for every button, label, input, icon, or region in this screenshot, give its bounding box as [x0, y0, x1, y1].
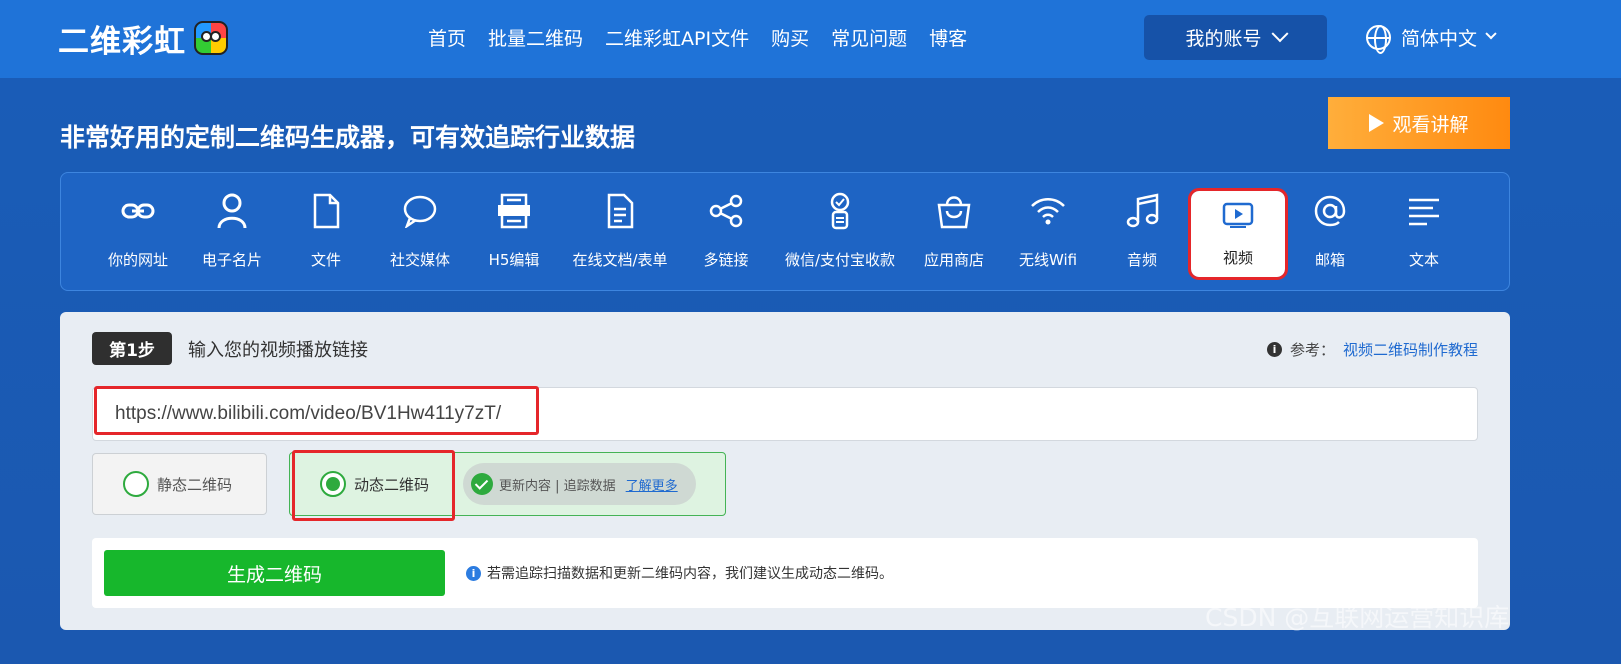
type-multi-link[interactable]: 多链接: [679, 187, 773, 279]
info-icon: i: [466, 565, 481, 581]
watch-label: 观看讲解: [1392, 113, 1469, 136]
type-label: 电子名片: [201, 251, 262, 269]
person-icon: [217, 187, 247, 235]
learn-more-link[interactable]: 了解更多: [626, 475, 678, 494]
step-instruction: 输入您的视频播放链接: [188, 340, 368, 361]
step-badge: 第1步: [92, 332, 172, 365]
chevron-down-icon: [1271, 24, 1288, 42]
nav-api-docs[interactable]: 二维彩虹API文件: [605, 24, 749, 51]
document-icon: [606, 187, 634, 235]
nav-batch-qrcode[interactable]: 批量二维码: [488, 24, 583, 51]
type-text[interactable]: 文本: [1377, 187, 1471, 279]
account-label: 我的账号: [1185, 28, 1262, 50]
type-email[interactable]: 邮箱: [1283, 187, 1377, 279]
video-url-input[interactable]: https://www.bilibili.com/video/BV1Hw411y…: [92, 387, 1478, 441]
type-label: 应用商店: [923, 251, 984, 269]
file-icon: [312, 187, 340, 235]
generate-qrcode-button[interactable]: 生成二维码: [104, 550, 445, 596]
type-label: 文件: [310, 251, 341, 269]
payment-icon: [827, 187, 853, 235]
type-label: 视频: [1222, 249, 1253, 267]
type-payment[interactable]: 微信/支付宝收款: [773, 187, 907, 279]
static-qrcode-option[interactable]: 静态二维码: [92, 453, 267, 515]
static-label: 静态二维码: [157, 475, 233, 494]
step-panel: 第1步 输入您的视频播放链接 i 参考： 视频二维码制作教程 https://w…: [60, 312, 1510, 630]
site-logo[interactable]: 二维彩虹: [58, 16, 228, 60]
type-label: 微信/支付宝收款: [784, 251, 896, 269]
video-play-icon: [1222, 191, 1254, 239]
info-icon: i: [1266, 342, 1282, 357]
chevron-down-icon: [1485, 27, 1497, 39]
share-icon: [709, 187, 743, 235]
language-label: 简体中文: [1401, 28, 1478, 50]
my-account-button[interactable]: 我的账号: [1144, 15, 1327, 60]
type-label: 多链接: [703, 251, 749, 269]
nav-blog[interactable]: 博客: [929, 24, 967, 51]
language-selector[interactable]: 简体中文: [1366, 24, 1497, 54]
wifi-icon: [1030, 187, 1066, 235]
reference-prefix: 参考：: [1289, 341, 1335, 359]
radio-unselected: [123, 471, 149, 497]
tip-text: 若需追踪扫描数据和更新二维码内容，我们建议生成动态二维码。: [487, 566, 893, 582]
nav-home[interactable]: 首页: [428, 24, 466, 51]
dynamic-features: 更新内容 | 追踪数据: [499, 478, 616, 494]
logo-mascot-icon: [194, 21, 228, 55]
type-wifi[interactable]: 无线Wifi: [1001, 187, 1095, 279]
type-label: 文本: [1408, 251, 1439, 269]
dynamic-radio-group[interactable]: 动态二维码: [320, 471, 429, 497]
shopping-bag-icon: [936, 187, 972, 235]
main-nav: 首页 批量二维码 二维彩虹API文件 购买 常见问题 博客: [428, 24, 967, 51]
text-lines-icon: [1407, 187, 1441, 235]
type-vcard[interactable]: 电子名片: [185, 187, 279, 279]
radio-selected: [320, 471, 346, 497]
type-url[interactable]: 你的网址: [91, 187, 185, 279]
at-sign-icon: [1313, 187, 1347, 235]
chat-bubble-icon: [402, 187, 438, 235]
type-social[interactable]: 社交媒体: [373, 187, 467, 279]
type-h5[interactable]: H5编辑: [467, 187, 561, 279]
nav-faq[interactable]: 常见问题: [831, 24, 907, 51]
type-online-doc[interactable]: 在线文档/表单: [561, 187, 679, 279]
type-label: H5编辑: [488, 251, 540, 269]
play-icon: [1369, 114, 1385, 132]
type-audio[interactable]: 音频: [1095, 187, 1189, 279]
watch-tutorial-button[interactable]: 观看讲解: [1328, 97, 1510, 149]
qrcode-type-selector: 你的网址 电子名片 文件 社交媒体 H5编辑 在线文档/表单 多链接 微信/支付…: [60, 172, 1510, 291]
link-icon: [121, 187, 155, 235]
type-label: 社交媒体: [389, 251, 450, 269]
type-file[interactable]: 文件: [279, 187, 373, 279]
dynamic-qrcode-option[interactable]: 动态二维码 更新内容 | 追踪数据 了解更多: [289, 452, 726, 516]
tutorial-link[interactable]: 视频二维码制作教程: [1343, 339, 1478, 360]
watermark: CSDN @互联网运营知识库: [1205, 603, 1510, 632]
dynamic-label: 动态二维码: [354, 475, 430, 494]
type-label: 无线Wifi: [1018, 251, 1078, 269]
music-note-icon: [1125, 187, 1159, 235]
check-icon: [471, 473, 493, 495]
type-label: 邮箱: [1314, 251, 1345, 269]
generate-tip: i 若需追踪扫描数据和更新二维码内容，我们建议生成动态二维码。: [466, 563, 893, 583]
type-video[interactable]: 视频: [1188, 188, 1288, 280]
top-navigation-bar: 二维彩虹 首页 批量二维码 二维彩虹API文件 购买 常见问题 博客 我的账号 …: [0, 0, 1621, 78]
globe-icon: [1366, 25, 1391, 54]
type-app-store[interactable]: 应用商店: [907, 187, 1001, 279]
logo-text: 二维彩虹: [58, 23, 186, 60]
type-label: 你的网址: [107, 251, 168, 269]
dynamic-features-pill: 更新内容 | 追踪数据 了解更多: [463, 463, 696, 505]
page-title: 非常好用的定制二维码生成器，可有效追踪行业数据: [60, 123, 636, 152]
html-icon: [497, 187, 531, 235]
type-label: 在线文档/表单: [572, 251, 668, 269]
reference-hint: i 参考： 视频二维码制作教程: [1266, 339, 1478, 360]
nav-purchase[interactable]: 购买: [771, 24, 809, 51]
type-label: 音频: [1126, 251, 1157, 269]
